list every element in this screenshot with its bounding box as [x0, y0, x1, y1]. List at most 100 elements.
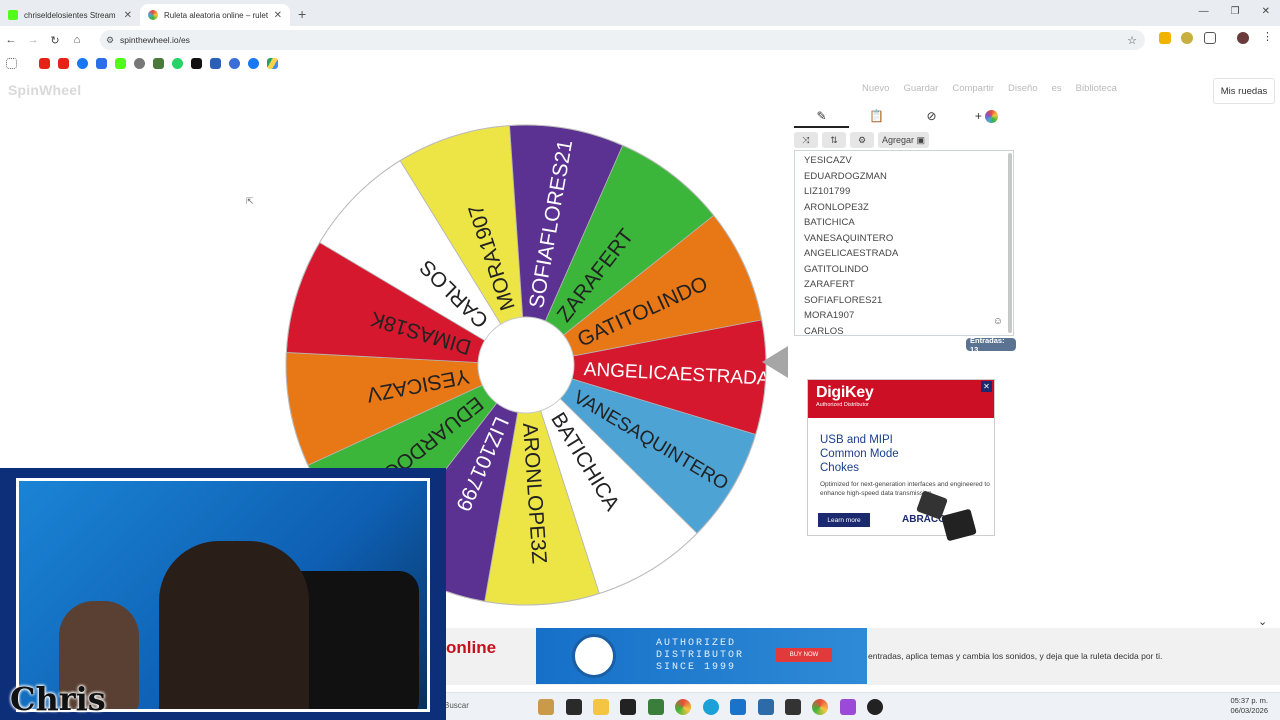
- site-logo[interactable]: SpinWheel: [8, 82, 81, 98]
- epic-games-icon[interactable]: [620, 699, 636, 715]
- ad-close-icon[interactable]: ✕: [981, 381, 992, 392]
- bookmarks-bar: [0, 54, 1280, 72]
- reload-icon[interactable]: ↻: [44, 34, 66, 47]
- task-view-icon[interactable]: [566, 699, 582, 715]
- sort-icon[interactable]: ⇅: [822, 132, 846, 148]
- authorized-badge-icon: [572, 634, 616, 678]
- new-tab-button[interactable]: +: [298, 6, 306, 22]
- entry-line[interactable]: YESICAZV: [804, 153, 1013, 169]
- scroll-down-icon[interactable]: ⌄: [1258, 615, 1267, 628]
- entry-line[interactable]: ARONLOPE3Z: [804, 200, 1013, 216]
- entry-line[interactable]: LIZ101799: [804, 184, 1013, 200]
- apps-icon[interactable]: [6, 57, 17, 69]
- meta-icon[interactable]: [96, 57, 107, 69]
- wheel-hub[interactable]: [477, 316, 575, 414]
- entries-panel: ✎ 📋 ⊘ + ⤨ ⇅ ⚙ Agregar ▣ YESICAZV EDUARDOG…: [794, 106, 1016, 356]
- edit-tab-pencil-icon[interactable]: ✎: [794, 106, 849, 128]
- entry-line[interactable]: VANESAQUINTERO: [804, 231, 1013, 247]
- site-info-icon[interactable]: ⚙: [106, 35, 114, 46]
- tab-title: chriseldelosientes Stream - Wa: [24, 10, 118, 20]
- tab-title: Ruleta aleatoria online – ruleta: [164, 10, 268, 20]
- browser-tab-strip: chriseldelosientes Stream - Wa ✕ Ruleta …: [0, 0, 1280, 26]
- bookmark-icon[interactable]: [229, 57, 240, 69]
- facebook-icon[interactable]: [77, 57, 88, 69]
- menu-save[interactable]: Guardar: [903, 83, 938, 94]
- menu-share[interactable]: Compartir: [952, 83, 994, 94]
- bookmark-star-icon[interactable]: ☆: [1127, 34, 1137, 47]
- extension-icon[interactable]: [1159, 32, 1171, 44]
- url-text: spinthewheel.io/es: [120, 35, 190, 45]
- tiktok-icon[interactable]: [191, 57, 202, 69]
- menu-library[interactable]: Biblioteca: [1076, 83, 1117, 94]
- my-wheels-button[interactable]: Mis ruedas: [1213, 78, 1275, 104]
- add-wheel-color-icon[interactable]: +: [959, 106, 1014, 128]
- home-icon[interactable]: ⌂: [66, 34, 88, 46]
- entry-line[interactable]: CARLOS: [804, 324, 1013, 336]
- menu-design[interactable]: Diseño: [1008, 83, 1038, 94]
- entries-scrollbar[interactable]: [1008, 153, 1012, 333]
- hide-tab-eye-slash-icon[interactable]: ⊘: [904, 106, 959, 128]
- menu-language[interactable]: es: [1052, 83, 1062, 94]
- page-description: entradas, aplica temas y cambia los soni…: [868, 651, 1163, 661]
- distributor-ad[interactable]: AUTHORIZED DISTRIBUTOR SINCE 1999 BUY NO…: [536, 628, 867, 684]
- wheel-pointer-icon: [762, 346, 788, 378]
- globe-icon[interactable]: [134, 57, 145, 69]
- taskbar-app-icon[interactable]: [538, 699, 554, 715]
- entry-line[interactable]: BATICHICA: [804, 215, 1013, 231]
- shuffle-icon[interactable]: ⤨: [794, 132, 818, 148]
- taskbar-app-icon[interactable]: [840, 699, 856, 715]
- chrome-icon[interactable]: [675, 699, 691, 715]
- entry-line[interactable]: ANGELICAESTRADA: [804, 246, 1013, 262]
- extensions-puzzle-icon[interactable]: [1204, 32, 1216, 44]
- buy-now-button[interactable]: BUY NOW: [776, 648, 832, 662]
- bookmark-icon[interactable]: [210, 57, 221, 69]
- taskbar-search[interactable]: Buscar: [444, 701, 469, 710]
- emoji-icon[interactable]: ☺: [993, 316, 1003, 327]
- entry-line[interactable]: SOFIAFLORES21: [804, 293, 1013, 309]
- entry-line[interactable]: ZARAFERT: [804, 277, 1013, 293]
- whatsapp-icon[interactable]: [172, 57, 183, 69]
- kick-icon[interactable]: [115, 57, 126, 69]
- chrome-icon[interactable]: [812, 699, 828, 715]
- entry-line[interactable]: EDUARDOGZMAN: [804, 169, 1013, 185]
- obs-icon[interactable]: [867, 699, 883, 715]
- url-field[interactable]: ⚙ spinthewheel.io/es ☆: [100, 30, 1145, 50]
- tab-stream[interactable]: chriseldelosientes Stream - Wa ✕: [0, 4, 140, 26]
- entries-textarea[interactable]: YESICAZV EDUARDOGZMAN LIZ101799 ARONLOPE3Z B…: [794, 150, 1014, 336]
- mouse-cursor-icon: ⇱: [246, 196, 254, 206]
- extension-icon[interactable]: [1181, 32, 1193, 44]
- facebook-icon[interactable]: [248, 57, 259, 69]
- taskbar-app-icon[interactable]: [648, 699, 664, 715]
- youtube-icon[interactable]: [58, 57, 69, 69]
- tab-wheel[interactable]: Ruleta aleatoria online – ruleta ✕: [140, 4, 290, 26]
- minimize-icon[interactable]: —: [1199, 6, 1209, 17]
- ad-learn-more-button[interactable]: Learn more: [818, 513, 870, 527]
- entry-line[interactable]: GATITOLINDO: [804, 262, 1013, 278]
- menu-icon[interactable]: ⋮: [1262, 30, 1274, 43]
- restore-icon[interactable]: ❐: [1231, 6, 1240, 17]
- youtube-icon[interactable]: [39, 57, 50, 69]
- taskbar-app-icon[interactable]: [785, 699, 801, 715]
- close-icon[interactable]: ✕: [124, 10, 132, 21]
- shield-icon[interactable]: [153, 57, 164, 69]
- taskbar-app-icon[interactable]: [758, 699, 774, 715]
- close-window-icon[interactable]: ✕: [1262, 6, 1270, 17]
- window-controls: — ❐ ✕: [1199, 6, 1270, 17]
- results-tab-clipboard-icon[interactable]: 📋: [849, 106, 904, 128]
- taskbar-app-icon[interactable]: [730, 699, 746, 715]
- settings-gear-icon[interactable]: ⚙: [850, 132, 874, 148]
- menu-new[interactable]: Nuevo: [862, 83, 889, 94]
- back-icon[interactable]: ←: [0, 34, 22, 46]
- file-explorer-icon[interactable]: [593, 699, 609, 715]
- online-components-logo[interactable]: online: [444, 628, 536, 684]
- person-streamer: [159, 541, 309, 709]
- close-icon[interactable]: ✕: [274, 10, 282, 21]
- profile-avatar[interactable]: [1237, 32, 1249, 44]
- add-image-button[interactable]: Agregar ▣: [878, 132, 930, 148]
- entry-line[interactable]: MORA1907: [804, 308, 1013, 324]
- entries-count-badge: Entradas: 13: [966, 336, 1016, 354]
- taskbar-clock[interactable]: 05:37 p. m. 06/03/2026: [1230, 696, 1268, 716]
- edge-icon[interactable]: [703, 699, 719, 715]
- forward-icon[interactable]: →: [22, 34, 44, 46]
- drive-icon[interactable]: [267, 57, 278, 69]
